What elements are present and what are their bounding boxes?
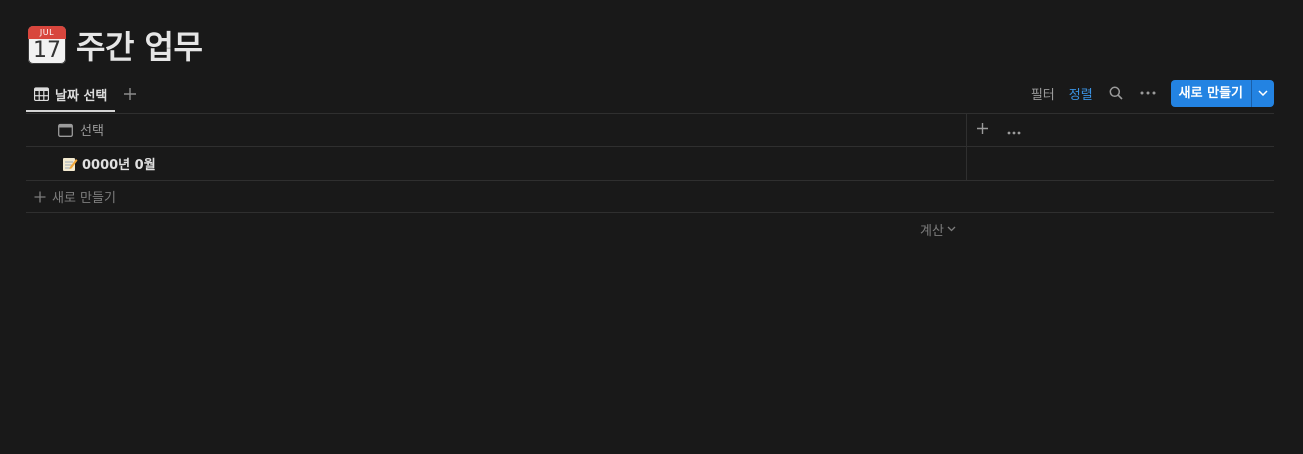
chevron-down-icon (947, 226, 956, 232)
new-row[interactable]: 새로 만들기 (26, 181, 1274, 213)
column-header-label: 선택 (80, 124, 104, 139)
calendar-emoji-icon[interactable]: JUL 17 (28, 26, 66, 64)
table-header-row: 선택 (26, 113, 1274, 147)
more-options-icon[interactable] (1139, 84, 1157, 102)
title-row: JUL 17 주간 업무 (28, 22, 203, 68)
toolbar-actions: 필터 정렬 새로 만들기 (1031, 79, 1274, 107)
view-tab-label: 날짜 선택 (55, 88, 108, 104)
new-row-label: 새로 만들기 (52, 191, 116, 206)
new-row-button[interactable]: 새로 만들기 (34, 181, 116, 212)
row-title-cell[interactable]: 0000년 0월 (62, 147, 156, 180)
page-title[interactable]: 주간 업무 (76, 22, 203, 68)
view-tab-date-select[interactable]: 날짜 선택 (26, 78, 116, 112)
calculate-label: 계산 (920, 223, 944, 239)
add-view-plus-icon[interactable] (120, 84, 140, 104)
column-divider (966, 147, 967, 180)
header-actions (976, 113, 1021, 146)
database-table: 선택 0000년 0월 새로 만들기 계산 (26, 113, 1274, 239)
plus-icon (34, 191, 46, 202)
column-header-select[interactable]: 선택 (58, 113, 104, 146)
search-icon[interactable] (1107, 84, 1125, 102)
table-row[interactable]: 0000년 0월 (26, 147, 1274, 181)
table-view-icon (34, 87, 49, 101)
memo-icon (63, 157, 78, 171)
add-property-plus-icon[interactable] (976, 120, 989, 139)
new-button[interactable]: 새로 만들기 (1170, 79, 1274, 107)
calendar-emoji-day: 17 (33, 38, 61, 63)
page: JUL 17 주간 업무 날짜 선택 필터 정렬 새로 만들기 선택 0000년… (0, 0, 1303, 454)
chevron-down-icon[interactable] (1251, 79, 1274, 107)
column-divider (966, 113, 967, 146)
calendar-icon (58, 123, 73, 137)
more-options-icon[interactable] (1007, 120, 1021, 139)
sort-button[interactable]: 정렬 (1069, 84, 1093, 103)
calculate-button[interactable]: 계산 (920, 220, 956, 239)
database-toolbar: 날짜 선택 필터 정렬 새로 만들기 (26, 78, 1274, 114)
new-button-label: 새로 만들기 (1178, 85, 1243, 101)
row-title: 0000년 0월 (82, 158, 156, 173)
filter-button[interactable]: 필터 (1031, 84, 1055, 103)
